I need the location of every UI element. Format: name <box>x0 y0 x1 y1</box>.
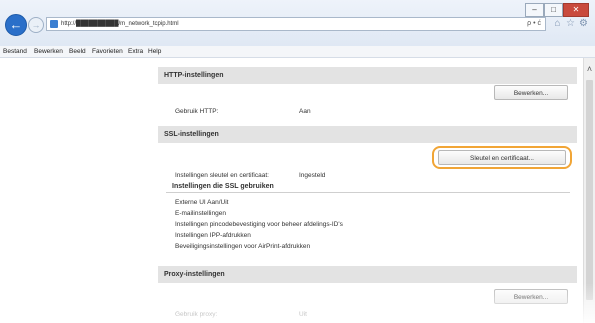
forward-arrow-icon[interactable]: → <box>28 17 44 33</box>
address-search-refresh[interactable]: ρ • ć <box>527 18 541 30</box>
use-proxy-value: Uit <box>299 311 307 318</box>
proxy-edit-button[interactable]: Bewerken... <box>494 289 568 304</box>
scroll-thumb[interactable] <box>586 80 593 300</box>
http-section-title: HTTP-instellingen <box>158 67 577 84</box>
page-icon <box>50 20 58 28</box>
address-text: http://██████████/m_network_tcpip.html <box>61 21 179 27</box>
back-arrow-icon[interactable]: ← <box>5 14 27 36</box>
address-bar[interactable]: http://██████████/m_network_tcpip.html ρ… <box>46 17 546 31</box>
highlight-outline <box>432 146 572 169</box>
favorites-star-icon[interactable]: ☆ <box>564 17 577 31</box>
browser-titlebar: – □ ✕ ← → http://██████████/m_network_tc… <box>0 0 595 47</box>
ssl-usage-item: Instellingen IPP-afdrukken <box>175 232 251 239</box>
key-cert-value: Ingesteld <box>299 172 326 179</box>
menu-extra[interactable]: Extra <box>128 46 143 57</box>
window-controls: – □ ✕ <box>525 3 589 17</box>
use-proxy-label: Gebruik proxy: <box>175 311 218 318</box>
close-button[interactable]: ✕ <box>563 3 589 17</box>
menu-bar: Bestand Bewerken Beeld Favorieten Extra … <box>0 46 595 58</box>
vertical-scrollbar[interactable]: ˄ <box>583 58 595 323</box>
ssl-usage-heading: Instellingen die SSL gebruiken <box>172 183 274 190</box>
divider <box>166 192 570 193</box>
ssl-section-title: SSL-instellingen <box>158 126 577 143</box>
menu-help[interactable]: Help <box>148 46 161 57</box>
use-http-label: Gebruik HTTP: <box>175 108 219 115</box>
menu-bewerken[interactable]: Bewerken <box>34 46 63 57</box>
http-edit-button[interactable]: Bewerken... <box>494 85 568 100</box>
ssl-usage-item: Instellingen pincodebevestiging voor beh… <box>175 221 343 228</box>
toolbar-icons: ⌂ ☆ ⚙ <box>551 17 590 31</box>
maximize-button[interactable]: □ <box>544 3 563 17</box>
home-icon[interactable]: ⌂ <box>551 17 564 31</box>
menu-beeld[interactable]: Beeld <box>69 46 86 57</box>
scroll-up-arrow-icon[interactable]: ˄ <box>584 64 595 74</box>
menu-bestand[interactable]: Bestand <box>3 46 27 57</box>
ssl-usage-item: Externe UI Aan/Uit <box>175 199 229 206</box>
settings-gear-icon[interactable]: ⚙ <box>577 17 590 31</box>
minimize-button[interactable]: – <box>525 3 544 17</box>
menu-favorieten[interactable]: Favorieten <box>92 46 123 57</box>
ssl-usage-item: Beveiligingsinstellingen voor AirPrint-a… <box>175 243 311 250</box>
key-cert-label: Instellingen sleutel en certificaat: <box>175 172 269 179</box>
use-http-value: Aan <box>299 108 311 115</box>
proxy-section-title: Proxy-instellingen <box>158 266 577 283</box>
ssl-usage-item: E-mailinstellingen <box>175 210 226 217</box>
